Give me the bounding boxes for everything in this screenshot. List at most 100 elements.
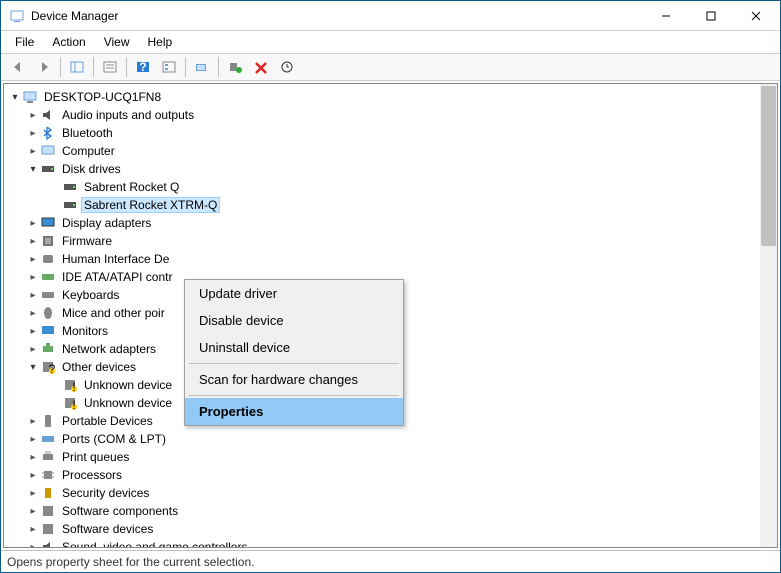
tree-label: Human Interface De xyxy=(60,252,171,266)
statusbar: Opens property sheet for the current sel… xyxy=(1,550,780,572)
tree-item-softdev[interactable]: ▸Software devices xyxy=(4,520,777,538)
toolbar-separator xyxy=(218,57,219,77)
tree-item-computer[interactable]: ▸Computer xyxy=(4,142,777,160)
tree-item-sound[interactable]: ▸ Sound, video and game controllers xyxy=(4,538,777,548)
toolbar-separator xyxy=(185,57,186,77)
properties-button[interactable] xyxy=(98,55,122,79)
titlebar: Device Manager xyxy=(1,1,780,31)
disk-icon xyxy=(40,161,56,177)
collapse-icon[interactable]: ▾ xyxy=(26,164,40,175)
tree-item-disk-a[interactable]: Sabrent Rocket Q xyxy=(4,178,777,196)
expand-icon[interactable]: ▸ xyxy=(26,344,40,355)
expand-icon[interactable]: ▸ xyxy=(26,272,40,283)
minimize-button[interactable] xyxy=(643,1,688,30)
svg-text:?: ? xyxy=(139,60,146,74)
expand-icon[interactable]: ▸ xyxy=(26,488,40,499)
close-button[interactable] xyxy=(733,1,778,30)
ctx-separator xyxy=(189,395,399,396)
toolbar: ? xyxy=(1,53,780,81)
unknown-icon: ! xyxy=(62,395,78,411)
ctx-separator xyxy=(189,363,399,364)
ctx-properties[interactable]: Properties xyxy=(185,398,403,425)
svg-text:!: ! xyxy=(72,398,75,411)
ports-icon xyxy=(40,431,56,447)
expand-icon[interactable]: ▸ xyxy=(26,290,40,301)
tree-label: Processors xyxy=(60,468,124,482)
mouse-icon xyxy=(40,305,56,321)
ctx-disable-device[interactable]: Disable device xyxy=(185,307,403,334)
expand-icon[interactable]: ▸ xyxy=(26,506,40,517)
window-title: Device Manager xyxy=(31,9,643,23)
tree-item-ports[interactable]: ▸ Ports (COM & LPT) xyxy=(4,430,777,448)
toolbar-separator xyxy=(126,57,127,77)
view-button[interactable] xyxy=(157,55,181,79)
tree-item-audio[interactable]: ▸Audio inputs and outputs xyxy=(4,106,777,124)
tree-label: Keyboards xyxy=(60,288,121,302)
enable-button[interactable] xyxy=(223,55,247,79)
tree-item-printq[interactable]: ▸ Print queues xyxy=(4,448,777,466)
menu-file[interactable]: File xyxy=(7,33,42,51)
tree-item-firmware[interactable]: ▸Firmware xyxy=(4,232,777,250)
menu-action[interactable]: Action xyxy=(44,33,93,51)
expand-icon[interactable]: ▸ xyxy=(26,326,40,337)
expand-icon[interactable]: ▸ xyxy=(26,236,40,247)
expand-icon[interactable]: ▸ xyxy=(26,470,40,481)
tree-item-disk-b[interactable]: Sabrent Rocket XTRM-Q xyxy=(4,196,777,214)
uninstall-button[interactable] xyxy=(249,55,273,79)
tree-item-hid[interactable]: ▸ Human Interface De xyxy=(4,250,777,268)
collapse-icon[interactable]: ▾ xyxy=(8,92,22,103)
device-tree[interactable]: ▾ DESKTOP-UCQ1FN8 ▸Audio inputs and outp… xyxy=(3,83,778,548)
expand-icon[interactable]: ▸ xyxy=(26,434,40,445)
tree-label: DESKTOP-UCQ1FN8 xyxy=(42,90,163,104)
printer-icon xyxy=(40,449,56,465)
expand-icon[interactable]: ▸ xyxy=(26,452,40,463)
scan-button[interactable] xyxy=(190,55,214,79)
expand-icon[interactable]: ▸ xyxy=(26,308,40,319)
tree-label: Disk drives xyxy=(60,162,123,176)
software-icon xyxy=(40,503,56,519)
scrollbar[interactable] xyxy=(760,84,777,547)
menu-help[interactable]: Help xyxy=(140,33,181,51)
context-menu: Update driver Disable device Uninstall d… xyxy=(184,279,404,426)
collapse-icon[interactable]: ▾ xyxy=(26,362,40,373)
tree-item-bluetooth[interactable]: ▸ Bluetooth xyxy=(4,124,777,142)
tree-label: Bluetooth xyxy=(60,126,115,140)
tree-item-display[interactable]: ▸Display adapters xyxy=(4,214,777,232)
tree-label: Ports (COM & LPT) xyxy=(60,432,168,446)
ctx-uninstall-device[interactable]: Uninstall device xyxy=(185,334,403,361)
unknown-icon: ! xyxy=(62,377,78,393)
tree-label: Security devices xyxy=(60,486,151,500)
expand-icon[interactable]: ▸ xyxy=(26,524,40,535)
toolbar-separator xyxy=(93,57,94,77)
hid-icon xyxy=(40,251,56,267)
update-button[interactable] xyxy=(275,55,299,79)
expand-icon[interactable]: ▸ xyxy=(26,416,40,427)
maximize-button[interactable] xyxy=(688,1,733,30)
scroll-thumb[interactable] xyxy=(761,86,776,246)
tree-label: Sound, video and game controllers xyxy=(60,540,249,548)
disk-icon xyxy=(62,179,78,195)
tree-root[interactable]: ▾ DESKTOP-UCQ1FN8 xyxy=(4,88,777,106)
menu-view[interactable]: View xyxy=(96,33,138,51)
expand-icon[interactable]: ▸ xyxy=(26,128,40,139)
ctx-scan-hardware[interactable]: Scan for hardware changes xyxy=(185,366,403,393)
tree-label: Other devices xyxy=(60,360,138,374)
tree-item-processors[interactable]: ▸ Processors xyxy=(4,466,777,484)
expand-icon[interactable]: ▸ xyxy=(26,146,40,157)
forward-button[interactable] xyxy=(32,55,56,79)
tree-label: Print queues xyxy=(60,450,131,464)
show-hide-tree-button[interactable] xyxy=(65,55,89,79)
expand-icon[interactable]: ▸ xyxy=(26,110,40,121)
cpu-icon xyxy=(40,467,56,483)
tree-item-disk[interactable]: ▾ Disk drives xyxy=(4,160,777,178)
back-button[interactable] xyxy=(6,55,30,79)
help-button[interactable]: ? xyxy=(131,55,155,79)
tree-item-softcomp[interactable]: ▸Software components xyxy=(4,502,777,520)
expand-icon[interactable]: ▸ xyxy=(26,254,40,265)
expand-icon[interactable]: ▸ xyxy=(26,218,40,229)
tree-item-security[interactable]: ▸ Security devices xyxy=(4,484,777,502)
network-icon xyxy=(40,341,56,357)
expand-icon[interactable]: ▸ xyxy=(26,542,40,549)
ctx-update-driver[interactable]: Update driver xyxy=(185,280,403,307)
status-text: Opens property sheet for the current sel… xyxy=(7,555,254,569)
